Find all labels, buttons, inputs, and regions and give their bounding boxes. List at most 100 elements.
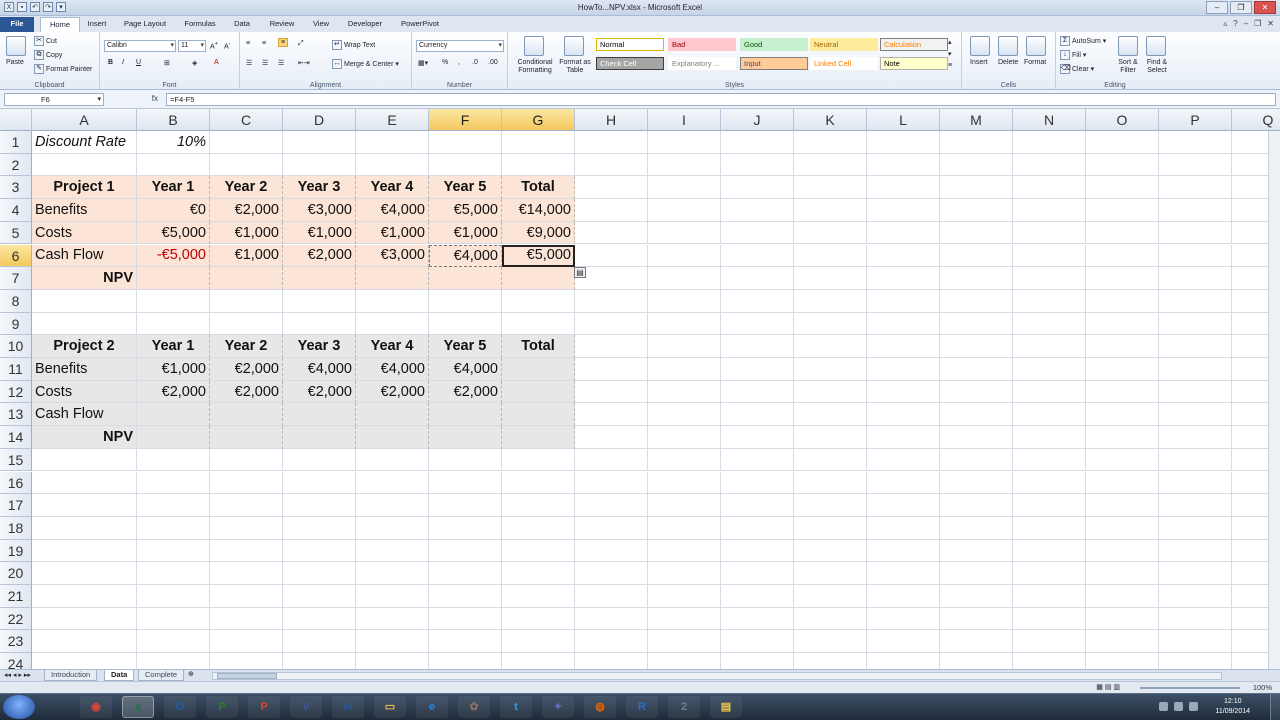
cell-c18[interactable] xyxy=(210,516,283,540)
indent-icon[interactable]: ⇤⇥ xyxy=(298,59,310,67)
cell-k23[interactable] xyxy=(794,630,867,654)
cell-m7[interactable] xyxy=(940,267,1013,290)
cell-p5[interactable] xyxy=(1159,221,1232,245)
find-select-icon[interactable] xyxy=(1146,36,1166,56)
cell-b14[interactable] xyxy=(137,426,210,449)
cell-j14[interactable] xyxy=(721,426,794,449)
formula-input[interactable]: =F4-F5 xyxy=(166,93,1276,106)
cell-j1[interactable] xyxy=(721,131,794,154)
cell-b13[interactable] xyxy=(137,403,210,427)
cell-d15[interactable] xyxy=(283,448,356,472)
cell-o14[interactable] xyxy=(1086,426,1159,449)
cell-j18[interactable] xyxy=(721,516,794,540)
cell-l16[interactable] xyxy=(867,471,940,495)
cell-j16[interactable] xyxy=(721,471,794,495)
sort-filter-button[interactable]: Sort & Filter xyxy=(1114,59,1142,75)
tab-data[interactable]: Data xyxy=(226,17,258,32)
cell-a9[interactable] xyxy=(32,312,137,336)
cell-a13[interactable]: Cash Flow xyxy=(32,403,137,427)
row-header-19[interactable]: 19 xyxy=(0,539,32,563)
cell-a24[interactable] xyxy=(32,653,137,669)
cell-o5[interactable] xyxy=(1086,221,1159,245)
cell-i7[interactable] xyxy=(648,267,721,290)
cell-g5[interactable]: €9,000 xyxy=(502,221,575,245)
cell-h6[interactable] xyxy=(575,244,648,268)
cell-e2[interactable] xyxy=(356,153,429,177)
cell-d20[interactable] xyxy=(283,562,356,585)
cell-f22[interactable] xyxy=(429,607,502,631)
tab-powerpivot[interactable]: PowerPivot xyxy=(394,17,446,32)
cell-n15[interactable] xyxy=(1013,448,1086,472)
cell-c8[interactable] xyxy=(210,289,283,313)
cell-c23[interactable] xyxy=(210,630,283,654)
cell-m6[interactable] xyxy=(940,244,1013,268)
cell-k11[interactable] xyxy=(794,358,867,381)
format-as-table-icon[interactable] xyxy=(564,36,584,56)
cell-l22[interactable] xyxy=(867,607,940,631)
cell-k18[interactable] xyxy=(794,516,867,540)
wrap-text-button[interactable]: ↵ Wrap Text xyxy=(332,40,375,50)
cell-o16[interactable] xyxy=(1086,471,1159,495)
cell-k14[interactable] xyxy=(794,426,867,449)
cell-o23[interactable] xyxy=(1086,630,1159,654)
cell-o11[interactable] xyxy=(1086,358,1159,381)
cell-a6[interactable]: Cash Flow xyxy=(32,244,137,268)
cell-d6[interactable]: €2,000 xyxy=(283,244,356,268)
cell-i2[interactable] xyxy=(648,153,721,177)
cell-d12[interactable]: €2,000 xyxy=(283,380,356,404)
underline-icon[interactable]: U xyxy=(136,59,141,66)
cell-l6[interactable] xyxy=(867,244,940,268)
cell-style-normal[interactable]: Normal xyxy=(596,38,664,51)
cell-d8[interactable] xyxy=(283,289,356,313)
sort-filter-icon[interactable] xyxy=(1118,36,1138,56)
cell-a8[interactable] xyxy=(32,289,137,313)
cell-m11[interactable] xyxy=(940,358,1013,381)
cell-b22[interactable] xyxy=(137,607,210,631)
tab-formulas[interactable]: Formulas xyxy=(178,17,222,32)
cell-j15[interactable] xyxy=(721,448,794,472)
cell-a18[interactable] xyxy=(32,516,137,540)
row-header-8[interactable]: 8 xyxy=(0,289,32,313)
cell-n2[interactable] xyxy=(1013,153,1086,177)
cell-g22[interactable] xyxy=(502,607,575,631)
cell-p1[interactable] xyxy=(1159,131,1232,154)
cell-m18[interactable] xyxy=(940,516,1013,540)
cell-n19[interactable] xyxy=(1013,539,1086,563)
cell-b15[interactable] xyxy=(137,448,210,472)
cell-h4[interactable] xyxy=(575,199,648,222)
cell-b23[interactable] xyxy=(137,630,210,654)
cell-j3[interactable] xyxy=(721,176,794,200)
cell-j6[interactable] xyxy=(721,244,794,268)
cell-o3[interactable] xyxy=(1086,176,1159,200)
cell-b20[interactable] xyxy=(137,562,210,585)
cell-p14[interactable] xyxy=(1159,426,1232,449)
cell-n13[interactable] xyxy=(1013,403,1086,427)
row-header-13[interactable]: 13 xyxy=(0,403,32,427)
cell-b4[interactable]: €0 xyxy=(137,199,210,222)
cell-d3[interactable]: Year 3 xyxy=(283,176,356,200)
cell-p10[interactable] xyxy=(1159,335,1232,358)
column-header-j[interactable]: J xyxy=(721,109,794,131)
cell-e9[interactable] xyxy=(356,312,429,336)
tray-volume-icon[interactable] xyxy=(1189,702,1198,711)
cell-o17[interactable] xyxy=(1086,494,1159,517)
cell-f6[interactable]: €4,000 xyxy=(429,244,502,268)
cell-style-good[interactable]: Good xyxy=(740,38,808,51)
column-header-q[interactable]: Q xyxy=(1232,109,1280,131)
cell-o18[interactable] xyxy=(1086,516,1159,540)
tray-flag-icon[interactable] xyxy=(1159,702,1168,711)
cell-k8[interactable] xyxy=(794,289,867,313)
cell-b1[interactable]: 10% xyxy=(137,131,210,154)
cell-e11[interactable]: €4,000 xyxy=(356,358,429,381)
cell-f11[interactable]: €4,000 xyxy=(429,358,502,381)
cell-f16[interactable] xyxy=(429,471,502,495)
workbook-minimize-icon[interactable]: – xyxy=(1244,19,1248,28)
minimize-ribbon-icon[interactable]: ▵ xyxy=(1223,19,1227,28)
row-header-11[interactable]: 11 xyxy=(0,358,32,381)
cell-j9[interactable] xyxy=(721,312,794,336)
cell-e4[interactable]: €4,000 xyxy=(356,199,429,222)
minimize-icon[interactable]: – xyxy=(1206,1,1228,14)
insert-sheet-icon[interactable]: ⊕ xyxy=(188,670,194,678)
orientation-icon[interactable]: ⤢ xyxy=(298,40,304,48)
number-format-select[interactable]: Currency xyxy=(416,40,504,52)
